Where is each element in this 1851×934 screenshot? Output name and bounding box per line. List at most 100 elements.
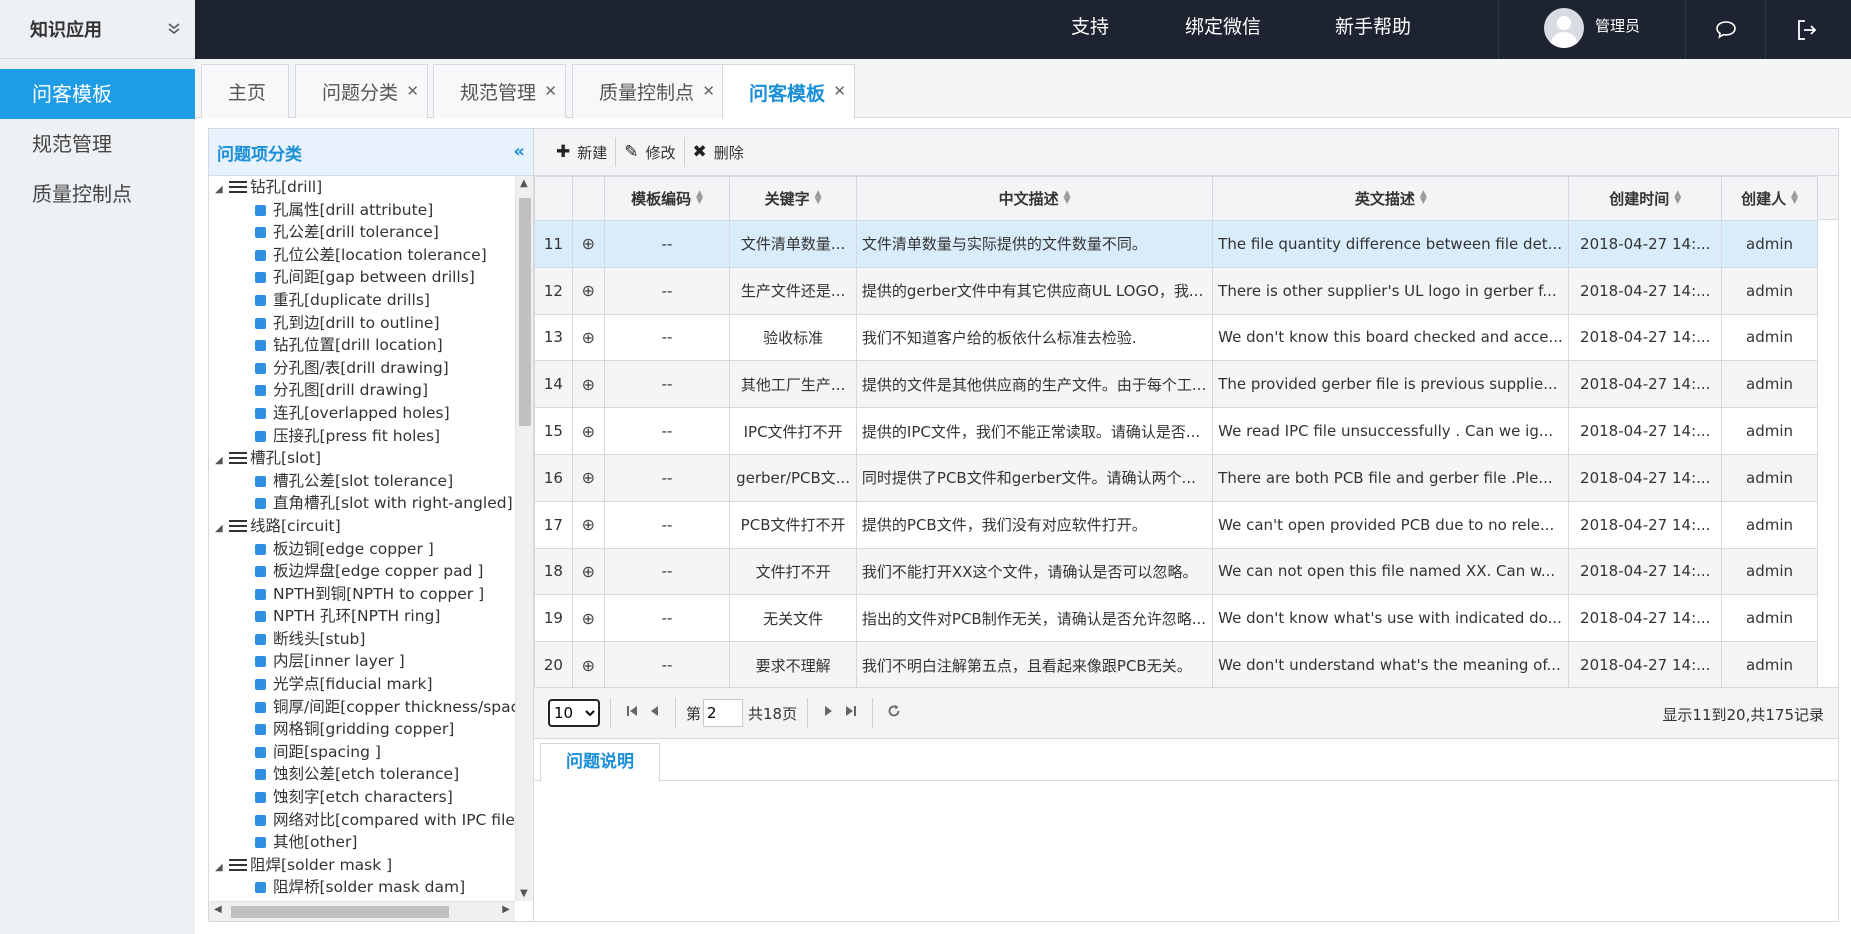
column-header-en-desc[interactable]: 英文描述 ▲ ▼ <box>1212 176 1570 221</box>
tab-problem-category[interactable]: 问题分类 ✕ <box>295 64 428 118</box>
message-icon[interactable] <box>1686 0 1766 59</box>
next-page-icon[interactable] <box>818 705 840 721</box>
tree-leaf[interactable]: 其他[other] <box>209 831 515 854</box>
user-menu[interactable]: 管理员 <box>1498 0 1686 59</box>
tree-leaf[interactable]: 槽孔公差[slot tolerance] <box>209 470 515 493</box>
table-row[interactable]: 11 ⊕ -- 文件清单数量... 文件清单数量与实际提供的文件数量不同。 The fil… <box>534 220 1818 268</box>
chevron-double-down-icon[interactable] <box>167 20 181 39</box>
tree-leaf[interactable]: 内层[inner layer ] <box>209 650 515 673</box>
expand-row-icon[interactable]: ⊕ <box>571 500 605 549</box>
table-row[interactable]: 17 ⊕ -- PCB文件打不开 提供的PCB文件，我们没有对应软件打开。 We can'… <box>534 500 1818 549</box>
close-icon[interactable]: ✕ <box>544 82 557 100</box>
tree-leaf[interactable]: 分孔图[drill drawing] <box>209 379 515 402</box>
tree-leaf[interactable]: 连孔[overlapped holes] <box>209 402 515 425</box>
table-row[interactable]: 18 ⊕ -- 文件打不开 我们不能打开XX这个文件，请确认是否可以忽略。 We can … <box>534 547 1818 596</box>
table-row[interactable]: 13 ⊕ -- 验收标准 我们不知道客户给的板依什么标准去检验. We don't kno… <box>534 313 1818 362</box>
tree-horizontal-scrollbar[interactable]: ◀ ▶ <box>209 901 515 921</box>
tree-leaf[interactable]: 蚀刻字[etch characters] <box>209 786 515 809</box>
delete-button[interactable]: ✖ 删除 <box>685 137 752 167</box>
tree-leaf[interactable]: 孔属性[drill attribute] <box>209 199 515 222</box>
tree-leaf[interactable]: NPTH 孔环[NPTH ring] <box>209 605 515 628</box>
tree-leaf[interactable]: 蚀刻公差[etch tolerance] <box>209 763 515 786</box>
sort-icon[interactable]: ▲ ▼ <box>1674 190 1681 206</box>
tree-group[interactable]: ◢ 钻孔[drill] <box>209 176 515 199</box>
tree-leaf[interactable]: 板边铜[edge copper ] <box>209 538 515 561</box>
first-page-icon[interactable] <box>621 705 643 721</box>
sidebar-item-quality-control[interactable]: 质量控制点 <box>0 169 195 219</box>
tab-problem-description[interactable]: 问题说明 <box>540 743 660 782</box>
table-row[interactable]: 15 ⊕ -- IPC文件打不开 提供的IPC文件，我们不能正常读取。请确认是否... W… <box>534 407 1818 455</box>
tree-leaf[interactable]: 网格铜[gridding copper] <box>209 718 515 741</box>
scrollbar-thumb[interactable] <box>231 906 449 918</box>
expand-row-icon[interactable]: ⊕ <box>571 453 605 502</box>
tree-leaf[interactable]: 孔公差[drill tolerance] <box>209 221 515 244</box>
last-page-icon[interactable] <box>840 705 862 721</box>
tab-home[interactable]: 主页 <box>201 64 289 118</box>
sidebar-item-spec-management[interactable]: 规范管理 <box>0 119 195 169</box>
scroll-right-icon[interactable]: ▶ <box>502 904 510 915</box>
column-header-code[interactable]: 模板编码 ▲ ▼ <box>603 176 731 221</box>
close-icon[interactable]: ✕ <box>702 82 715 100</box>
expand-row-icon[interactable]: ⊕ <box>571 641 605 687</box>
table-row[interactable]: 19 ⊕ -- 无关文件 指出的文件对PCB制作无关，请确认是否允许忽略... We do… <box>534 594 1818 643</box>
tree-leaf[interactable]: 孔到边[drill to outline] <box>209 312 515 335</box>
expand-row-icon[interactable]: ⊕ <box>571 547 605 596</box>
expand-row-icon[interactable]: ⊕ <box>571 220 605 268</box>
tree-leaf[interactable]: 分孔图/表[drill drawing] <box>209 357 515 380</box>
tree-leaf[interactable]: 阻焊桥[solder mask dam] <box>209 876 515 899</box>
tree-leaf[interactable]: 钻孔位置[drill location] <box>209 334 515 357</box>
tree-group[interactable]: ◢ 阻焊[solder mask ] <box>209 854 515 877</box>
scroll-up-icon[interactable]: ▲ <box>520 178 528 189</box>
edit-button[interactable]: ✎ 修改 <box>616 137 685 167</box>
tree-vertical-scrollbar[interactable]: ▲ ▼ <box>515 176 533 901</box>
prev-page-icon[interactable] <box>643 705 665 721</box>
tree-leaf[interactable]: 孔位公差[location tolerance] <box>209 244 515 267</box>
table-row[interactable]: 20 ⊕ -- 要求不理解 我们不明白注解第五点，且看起来像跟PCB无关。 We don'… <box>534 641 1818 687</box>
scrollbar-thumb[interactable] <box>519 198 531 426</box>
tree-leaf[interactable]: 压接孔[press fit holes] <box>209 425 515 448</box>
tree-leaf[interactable]: 孔间距[gap between drills] <box>209 266 515 289</box>
tree-leaf[interactable]: 铜厚/间距[copper thickness/spac <box>209 696 515 719</box>
tree-leaf[interactable]: 板边焊盘[edge copper pad ] <box>209 560 515 583</box>
tree-group[interactable]: ◢ 槽孔[slot] <box>209 447 515 470</box>
sort-icon[interactable]: ▲ ▼ <box>1791 190 1798 206</box>
tree-leaf[interactable]: 网络对比[compared with IPC file] <box>209 809 515 832</box>
expand-row-icon[interactable]: ⊕ <box>571 266 605 315</box>
sort-icon[interactable]: ▲ ▼ <box>815 190 822 206</box>
logout-icon[interactable] <box>1767 0 1847 59</box>
collapse-panel-icon[interactable]: « <box>513 141 525 162</box>
page-size-select[interactable]: 10 <box>548 699 600 727</box>
expand-row-icon[interactable]: ⊕ <box>571 594 605 643</box>
column-header-created-time[interactable]: 创建时间 ▲ ▼ <box>1568 176 1723 221</box>
column-header-cn-desc[interactable]: 中文描述 ▲ ▼ <box>855 176 1214 221</box>
refresh-icon[interactable] <box>883 704 905 722</box>
table-row[interactable]: 12 ⊕ -- 生产文件还是... 提供的gerber文件中有其它供应商UL LOGO，… <box>534 266 1818 315</box>
sidebar-item-qa-template[interactable]: 问客模板 <box>0 69 195 119</box>
tree-leaf[interactable]: 直角槽孔[slot with right-angled] <box>209 492 515 515</box>
support-link[interactable]: 支持 <box>1071 0 1109 59</box>
tree-leaf[interactable]: 光学点[fiducial mark] <box>209 673 515 696</box>
close-icon[interactable]: ✕ <box>406 82 419 100</box>
tree-leaf[interactable]: 重孔[duplicate drills] <box>209 289 515 312</box>
tree-leaf[interactable]: 断线头[stub] <box>209 628 515 651</box>
bind-wechat-link[interactable]: 绑定微信 <box>1185 0 1261 59</box>
close-icon[interactable]: ✕ <box>833 82 846 100</box>
column-header-keyword[interactable]: 关键字 ▲ ▼ <box>729 176 857 221</box>
tab-quality-control[interactable]: 质量控制点 ✕ <box>572 64 724 118</box>
tree-leaf[interactable]: 间距[spacing ] <box>209 741 515 764</box>
tree-group[interactable]: ◢ 线路[circuit] <box>209 515 515 538</box>
page-number-input[interactable] <box>703 699 744 727</box>
help-link[interactable]: 新手帮助 <box>1335 0 1411 59</box>
sort-icon[interactable]: ▲ ▼ <box>1064 190 1071 206</box>
new-button[interactable]: ✚ 新建 <box>548 137 617 167</box>
tab-qa-template[interactable]: 问客模板 ✕ <box>722 64 855 119</box>
column-header-creator[interactable]: 创建人 ▲ ▼ <box>1721 176 1818 221</box>
table-row[interactable]: 16 ⊕ -- gerber/PCB文... 同时提供了PCB文件和gerber文件。请… <box>534 453 1818 502</box>
expand-row-icon[interactable]: ⊕ <box>571 407 605 455</box>
tree-leaf[interactable]: NPTH到铜[NPTH to copper ] <box>209 583 515 606</box>
expand-row-icon[interactable]: ⊕ <box>571 360 605 409</box>
expand-row-icon[interactable]: ⊕ <box>571 313 605 362</box>
sort-icon[interactable]: ▲ ▼ <box>696 190 703 206</box>
tab-spec-management[interactable]: 规范管理 ✕ <box>433 64 566 118</box>
table-row[interactable]: 14 ⊕ -- 其他工厂生产... 提供的文件是其他供应商的生产文件。由于每个工... T… <box>534 360 1818 409</box>
